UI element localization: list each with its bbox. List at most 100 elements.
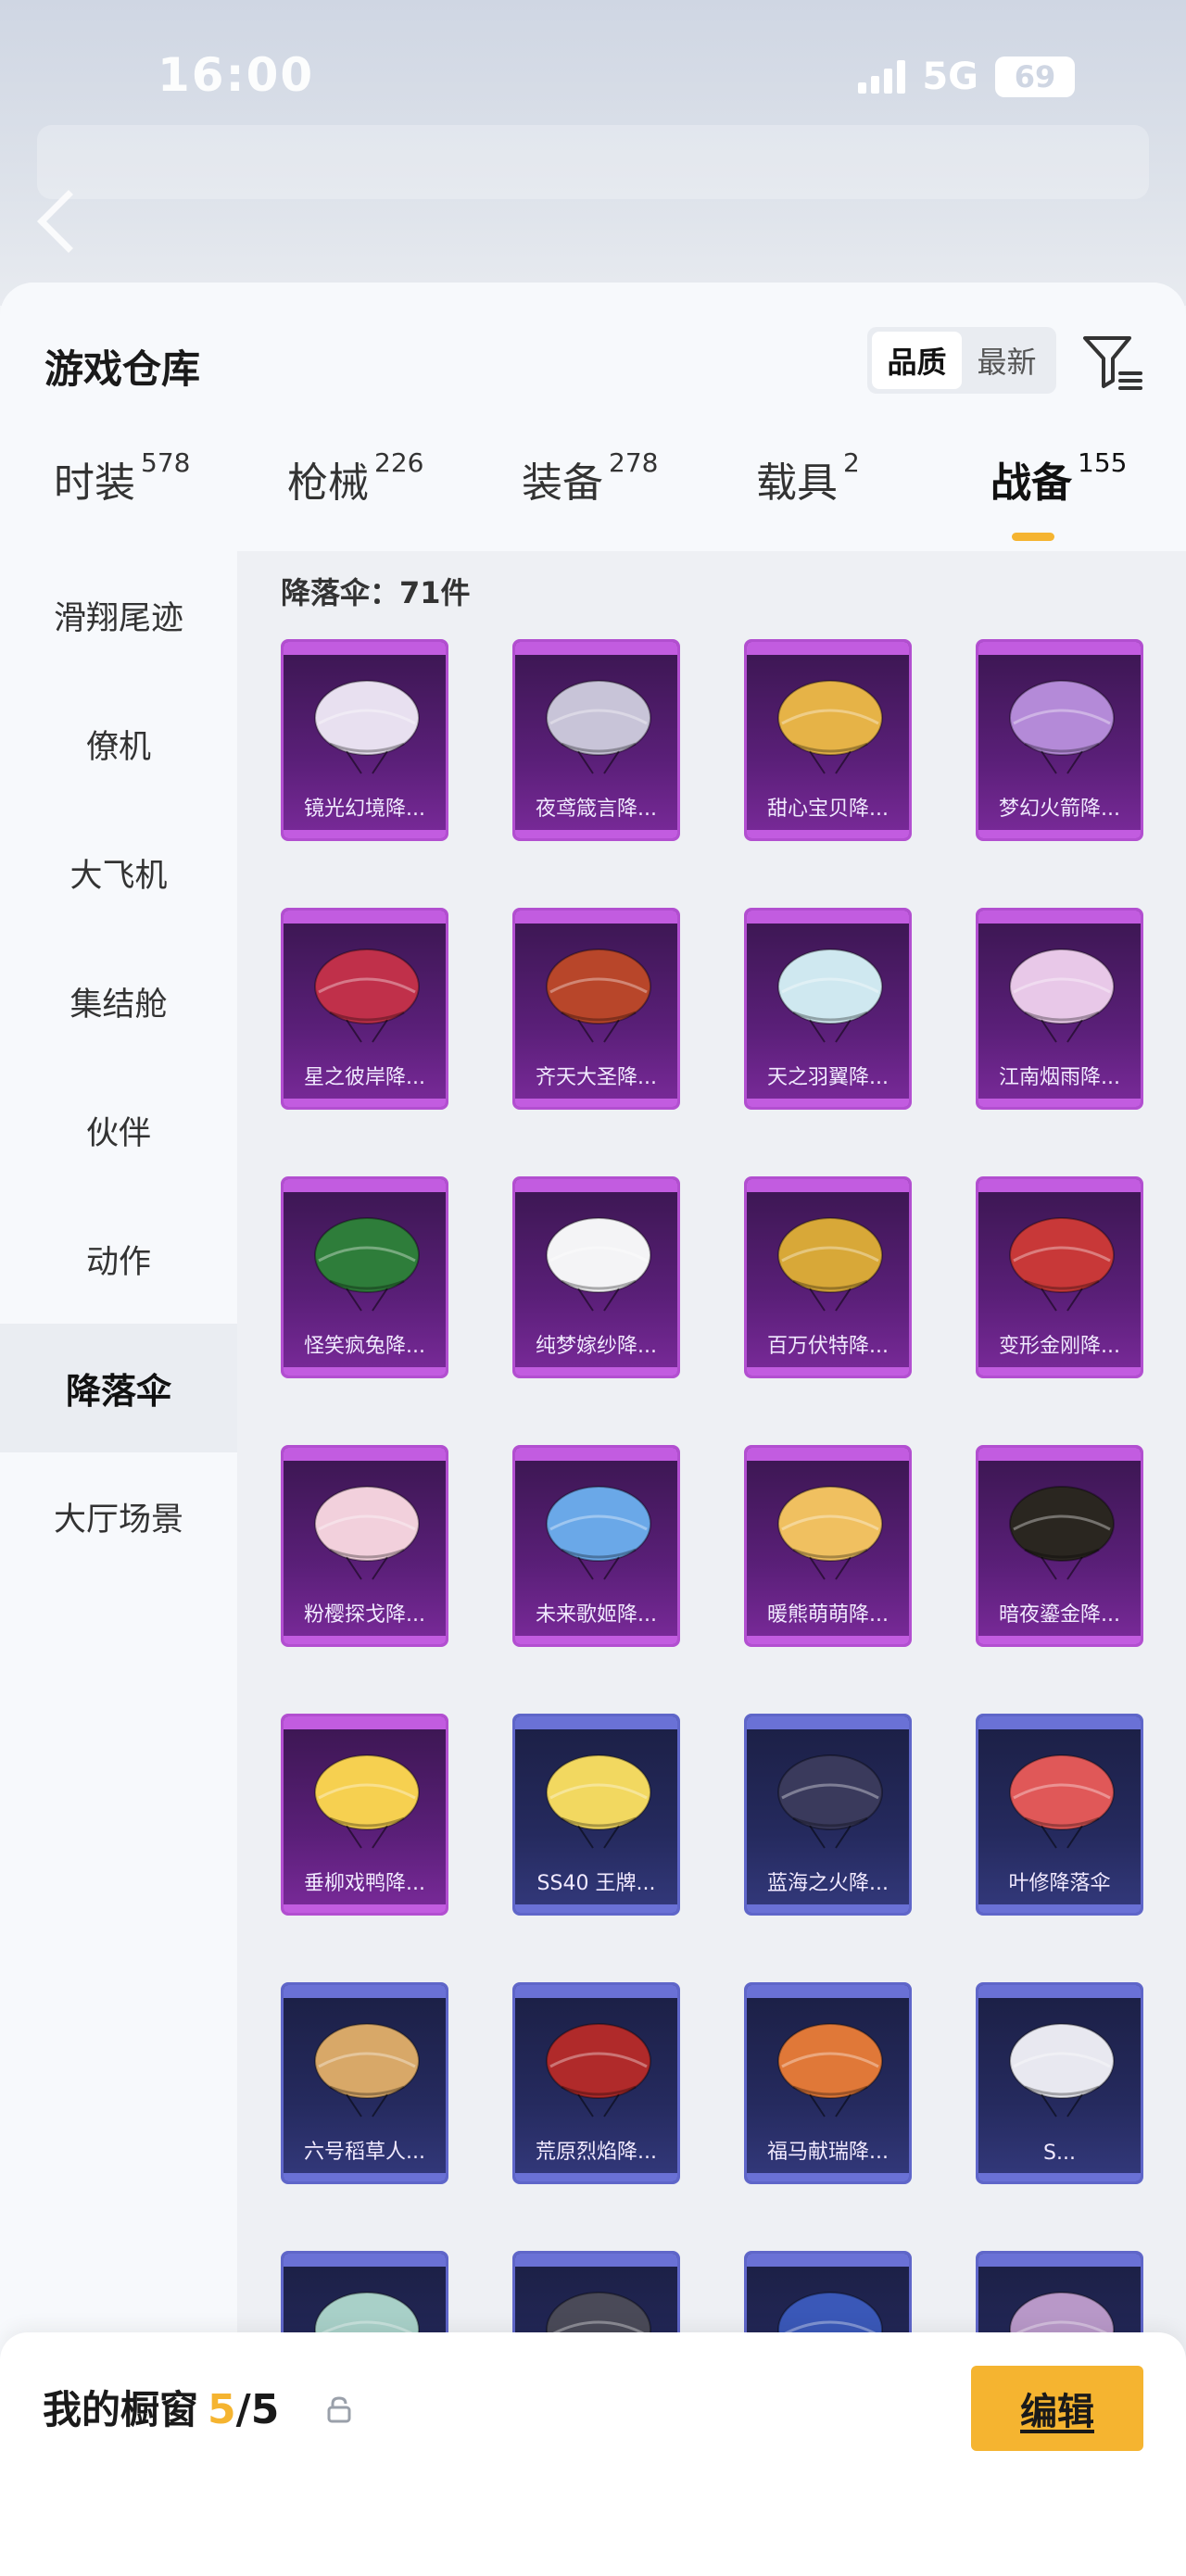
back-icon[interactable] (37, 190, 100, 253)
parachute-card[interactable]: 纯梦嫁纱降... (512, 1176, 680, 1378)
card-top-stripe (515, 1716, 677, 1729)
card-top-stripe (284, 1448, 446, 1461)
parachute-card[interactable]: 暗夜鎏金降... (976, 1445, 1143, 1647)
parachute-card[interactable]: 变形金刚降... (976, 1176, 1143, 1378)
active-tab-indicator (1012, 533, 1054, 541)
card-bottom-stripe (978, 830, 1141, 838)
card-top-stripe (978, 1716, 1141, 1729)
parachute-icon (314, 1217, 420, 1312)
sidebar: 滑翔尾迹 僚机 大飞机 集结舱 伙伴 动作 降落伞 大厅场景 (0, 551, 237, 2576)
parachute-icon (1009, 1754, 1115, 1849)
card-top-stripe (747, 1179, 909, 1192)
sidebar-item-parachute[interactable]: 降落伞 (0, 1324, 237, 1452)
parachute-card[interactable]: 未来歌姬降... (512, 1445, 680, 1647)
parachute-card[interactable]: S... (976, 1982, 1143, 2184)
card-top-stripe (515, 1448, 677, 1461)
parachute-icon (1009, 680, 1115, 774)
card-name: 梦幻火箭降... (999, 798, 1120, 821)
parachute-icon (314, 949, 420, 1043)
parachute-card[interactable]: 夜鸢箴言降... (512, 639, 680, 841)
parachute-card[interactable]: 星之彼岸降... (281, 908, 448, 1110)
page-title: 游戏仓库 (44, 346, 201, 392)
parachute-card[interactable]: 甜心宝贝降... (744, 639, 912, 841)
parachute-card[interactable]: 粉樱探戈降... (281, 1445, 448, 1647)
tab-label: 时装 (54, 459, 135, 507)
parachute-card[interactable]: 天之羽翼降... (744, 908, 912, 1110)
category-tabs: 时装 578 枪械 226 装备 278 载具 2 战备 155 (0, 447, 1186, 542)
parachute-card[interactable]: 怪笑疯兔降... (281, 1176, 448, 1378)
tab-guns[interactable]: 枪械 226 (287, 447, 423, 509)
parachute-icon (1009, 1486, 1115, 1580)
parachute-card[interactable]: 暖熊萌萌降... (744, 1445, 912, 1647)
sidebar-item-glide-trail[interactable]: 滑翔尾迹 (0, 551, 237, 680)
card-top-stripe (747, 911, 909, 924)
card-bottom-stripe (978, 2173, 1141, 2181)
tab-fashion[interactable]: 时装 578 (54, 447, 190, 509)
parachute-card[interactable]: SS40 王牌... (512, 1714, 680, 1916)
card-name: 怪笑疯兔降... (304, 1335, 425, 1358)
tab-label: 装备 (522, 459, 603, 507)
card-name: 垂柳戏鸭降... (304, 1872, 425, 1895)
parachute-icon (314, 1486, 420, 1580)
card-top-stripe (515, 1985, 677, 1998)
sidebar-item-pod[interactable]: 集结舱 (0, 937, 237, 1066)
parachute-card[interactable]: 蓝海之火降... (744, 1714, 912, 1916)
parachute-card[interactable]: 六号稻草人... (281, 1982, 448, 2184)
parachute-card[interactable]: 江南烟雨降... (976, 908, 1143, 1110)
card-name: SS40 王牌... (536, 1872, 656, 1895)
parachute-card[interactable]: 福马献瑞降... (744, 1982, 912, 2184)
tab-equipment[interactable]: 装备 278 (522, 447, 658, 509)
parachute-icon (314, 680, 420, 774)
card-name: 镜光幻境降... (304, 798, 425, 821)
parachute-icon (546, 1754, 651, 1849)
parachute-card[interactable]: 叶修降落伞 (976, 1714, 1143, 1916)
parachute-icon (314, 1754, 420, 1849)
parachute-card[interactable]: 百万伏特降... (744, 1176, 912, 1378)
card-bottom-stripe (284, 1904, 446, 1913)
card-bottom-stripe (515, 1099, 677, 1107)
parachute-card[interactable]: 梦幻火箭降... (976, 639, 1143, 841)
filter-icon[interactable] (1079, 329, 1146, 396)
tab-label: 枪械 (287, 459, 369, 507)
showcase-bar: 我的橱窗 5/5 编辑 (0, 2332, 1186, 2576)
edit-button-label: 编辑 (1020, 2391, 1094, 2433)
card-top-stripe (747, 1985, 909, 1998)
sidebar-item-wingman[interactable]: 僚机 (0, 680, 237, 809)
card-top-stripe (284, 2254, 446, 2267)
sort-toggle: 品质 最新 (867, 327, 1056, 394)
card-top-stripe (978, 2254, 1141, 2267)
card-name: 暗夜鎏金降... (999, 1603, 1120, 1627)
card-bottom-stripe (515, 2173, 677, 2181)
tab-vehicles[interactable]: 载具 2 (756, 447, 860, 509)
lock-icon (327, 2396, 351, 2423)
card-bottom-stripe (515, 830, 677, 838)
parachute-card[interactable]: 镜光幻境降... (281, 639, 448, 841)
parachute-card[interactable]: 垂柳戏鸭降... (281, 1714, 448, 1916)
parachute-icon (777, 2023, 883, 2117)
battery-icon: 69 (995, 57, 1075, 97)
parachute-icon (1009, 2023, 1115, 2117)
tab-label: 载具 (756, 459, 838, 507)
sidebar-item-lobby-scene[interactable]: 大厅场景 (0, 1452, 237, 1581)
card-name: 粉樱探戈降... (304, 1603, 425, 1627)
card-bottom-stripe (747, 1099, 909, 1107)
sidebar-item-companion[interactable]: 伙伴 (0, 1066, 237, 1195)
card-name: 叶修降落伞 (1008, 1872, 1111, 1895)
sort-quality-button[interactable]: 品质 (872, 332, 962, 389)
card-name: 变形金刚降... (999, 1335, 1120, 1358)
edit-button[interactable]: 编辑 (971, 2366, 1143, 2451)
item-grid-area: 降落伞：71件 镜光幻境降... 夜鸢箴言降... 甜心宝贝降... 梦幻火箭降...… (237, 551, 1186, 2576)
sort-newest-button[interactable]: 最新 (962, 332, 1052, 389)
section-count-label: 降落伞：71件 (281, 575, 471, 610)
card-name: 星之彼岸降... (304, 1066, 425, 1089)
card-top-stripe (747, 2254, 909, 2267)
parachute-icon (546, 1217, 651, 1312)
sidebar-item-plane[interactable]: 大飞机 (0, 809, 237, 937)
sidebar-item-emote[interactable]: 动作 (0, 1195, 237, 1324)
parachute-card[interactable]: 齐天大圣降... (512, 908, 680, 1110)
tab-battle-gear[interactable]: 战备 155 (990, 447, 1127, 509)
card-bottom-stripe (978, 1099, 1141, 1107)
card-top-stripe (515, 911, 677, 924)
parachute-card[interactable]: 荒原烈焰降... (512, 1982, 680, 2184)
card-bottom-stripe (747, 1636, 909, 1644)
